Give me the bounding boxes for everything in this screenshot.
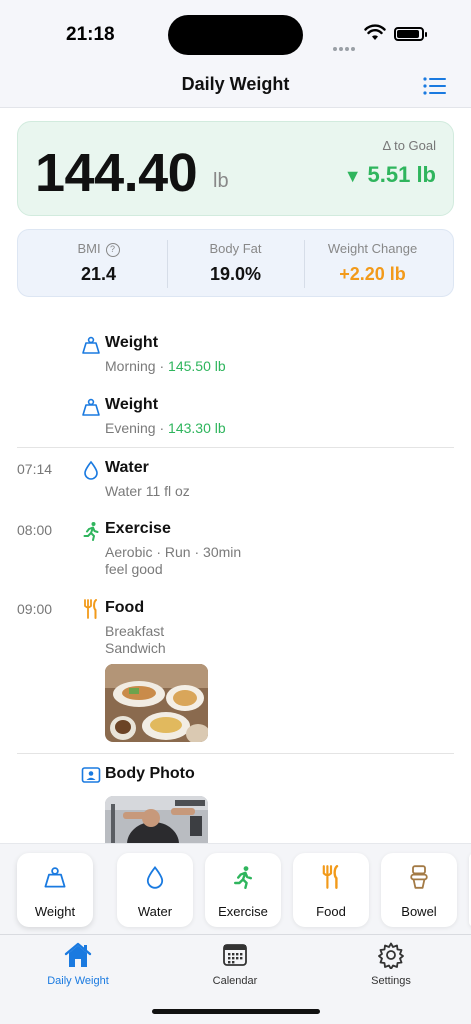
tab-label: Settings (371, 975, 411, 987)
entry-title: Weight (105, 334, 159, 351)
quick-add-exercise-button[interactable]: Exercise (205, 853, 281, 927)
timeline-entry-body-photo[interactable]: Body Photo (0, 765, 471, 845)
entry-subtitle: Morning · 145.50 lb (105, 358, 226, 375)
quick-add-food-button[interactable]: Food (293, 853, 369, 927)
current-weight-card[interactable]: 144.40 lb Δ to Goal ▼ 5.51 lb (17, 121, 454, 216)
divider (17, 447, 454, 448)
weight-change-value: +2.20 lb (339, 264, 406, 284)
scale-icon (82, 398, 100, 416)
toilet-icon (410, 865, 428, 889)
entry-title: Body Photo (105, 765, 195, 782)
goal-delta-value: ▼ 5.51 lb (344, 162, 436, 188)
entry-time: 09:00 (17, 601, 53, 617)
entry-title: Weight (105, 396, 159, 413)
goal-delta-label: Δ to Goal (382, 138, 437, 153)
status-time: 21:18 (66, 24, 115, 45)
entry-title: Exercise (105, 520, 171, 537)
bmi-value: 21.4 (80, 264, 117, 284)
tab-label: Daily Weight (47, 975, 109, 987)
person-photo-icon (81, 767, 101, 783)
quick-add-weight-button[interactable]: Weight (17, 853, 93, 927)
weight-change-label: Weight Change (327, 241, 418, 256)
weight-change-stat: Weight Change +2.20 lb (300, 240, 445, 285)
body-fat-label: Body Fat (209, 241, 262, 256)
scale-icon (44, 867, 66, 888)
home-icon (64, 942, 92, 967)
entry-subtitle: Evening · 143.30 lb (105, 420, 226, 437)
divider (17, 753, 454, 754)
wifi-icon (364, 24, 386, 40)
bmi-stat[interactable]: BMI? 21.4 (26, 240, 171, 285)
scale-icon (82, 336, 100, 354)
quick-add-label: Bowel (401, 904, 437, 919)
entry-note: feel good (105, 561, 163, 577)
home-indicator (152, 1009, 320, 1014)
fork-knife-icon (322, 865, 339, 889)
signal-dots-icon (333, 38, 357, 51)
entry-note: Sandwich (105, 640, 166, 656)
entry-title: Water (105, 459, 149, 476)
bmi-label: BMI (77, 241, 101, 256)
food-photo[interactable] (105, 664, 208, 742)
info-icon[interactable]: ? (105, 243, 120, 257)
entry-subtitle: Breakfast Sandwich (105, 623, 166, 657)
entry-title: Food (105, 599, 145, 616)
tab-settings[interactable]: Settings (331, 941, 451, 987)
timeline-entry-food[interactable]: 09:00 Food Breakfast Sandwich (0, 599, 471, 744)
tab-label: Calendar (212, 975, 258, 987)
runner-icon (234, 866, 252, 889)
body-fat-value: 19.0% (209, 264, 262, 284)
goal-delta-text: 5.51 lb (367, 162, 436, 187)
timeline-entry-water[interactable]: 07:14 Water Water 11 fl oz (0, 459, 471, 503)
fork-knife-icon (84, 599, 97, 619)
status-bar: 21:18 (0, 0, 471, 66)
quick-add-label: Food (316, 904, 346, 919)
stats-card: BMI? 21.4 Body Fat 19.0% Weight Change +… (17, 229, 454, 297)
drop-icon (146, 865, 164, 889)
quick-add-label: Weight (34, 904, 76, 919)
entry-subtitle: Water 11 fl oz (105, 483, 190, 499)
entry-time: 07:14 (17, 461, 53, 477)
timeline-entry-exercise[interactable]: 08:00 Exercise Aerobic · Run · 30min fee… (0, 520, 471, 580)
quick-add-label: Water (137, 904, 173, 919)
entry-period: Evening · (105, 420, 169, 436)
battery-icon (394, 27, 427, 41)
entry-period: Morning · (105, 358, 169, 374)
page-title: Daily Weight (181, 74, 290, 94)
tab-calendar[interactable]: Calendar (175, 941, 295, 987)
gear-icon (378, 942, 404, 969)
tab-daily-weight[interactable]: Daily Weight (18, 941, 138, 987)
quick-add-water-button[interactable]: Water (117, 853, 193, 927)
quick-add-bowel-button[interactable]: Bowel (381, 853, 457, 927)
entry-subtitle: Aerobic · Run · 30min feel good (105, 544, 241, 578)
down-triangle-icon: ▼ (343, 166, 362, 186)
runner-icon (83, 522, 99, 541)
entry-detail: Aerobic · Run · 30min (105, 544, 242, 560)
entry-time: 08:00 (17, 522, 53, 538)
entry-value: 145.50 lb (168, 358, 226, 374)
timeline-entry-weight-morning[interactable]: Weight Morning · 145.50 lb (0, 334, 471, 378)
drop-icon (84, 460, 98, 480)
quick-add-label: Exercise (218, 904, 268, 919)
body-fat-stat: Body Fat 19.0% (163, 240, 308, 285)
current-weight-value: 144.40 (35, 143, 198, 203)
weight-unit: lb (213, 170, 229, 192)
quick-add-bar: Weight Water Exercise Food Bowel (0, 843, 471, 934)
entry-meal: Breakfast (105, 623, 165, 639)
calendar-icon (223, 944, 247, 966)
body-photo[interactable] (105, 796, 208, 844)
list-menu-icon[interactable] (420, 74, 450, 98)
dynamic-island (168, 15, 303, 55)
timeline-entry-weight-evening[interactable]: Weight Evening · 143.30 lb (0, 396, 471, 440)
nav-bar: Daily Weight (0, 66, 471, 108)
entry-value: 143.30 lb (168, 420, 226, 436)
